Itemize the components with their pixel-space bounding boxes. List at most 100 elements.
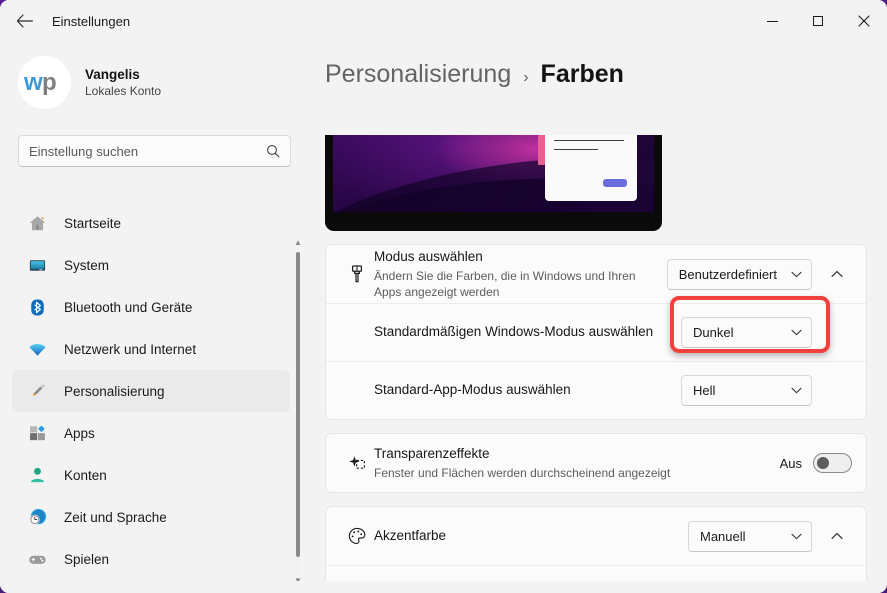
clock-globe-icon [26, 506, 48, 528]
row-title: Standard-App-Modus auswählen [374, 382, 571, 398]
sidebar-item-label: Spielen [64, 551, 110, 567]
chevron-down-icon [791, 387, 802, 394]
sidebar-item-konten[interactable]: Konten [12, 454, 290, 496]
toggle-knob [817, 457, 829, 469]
transparency-toggle-group[interactable]: Aus [780, 453, 852, 473]
sidebar: w p Vangelis Lokales Konto Einstellung s… [0, 42, 310, 593]
accent-color-mode-combobox[interactable]: Manuell [688, 520, 812, 552]
row-description: Fenster und Flächen werden durchscheinen… [374, 466, 671, 481]
breadcrumb: Personalisierung › Farben [310, 42, 887, 89]
maximize-icon [813, 16, 823, 26]
profile-name: Vangelis [85, 67, 140, 82]
scroll-down-icon[interactable]: ▼ [292, 577, 304, 585]
paintbrush-icon [26, 380, 48, 402]
row-windows-mode: Standardmäßigen Windows-Modus auswählen … [326, 303, 866, 361]
sidebar-item-label: Zeit und Sprache [64, 509, 167, 525]
settings-list: Modus auswählen Ändern Sie die Farben, d… [325, 135, 867, 593]
sparkle-icon [340, 453, 374, 473]
close-icon [858, 15, 870, 27]
row-description: Ändern Sie die Farben, die in Windows un… [374, 268, 636, 300]
sidebar-item-label: Netzwerk und Internet [64, 341, 197, 357]
sidebar-item-barrierefreiheit[interactable]: Barrierefreiheit [12, 580, 290, 587]
row-title: Transparenzeffekte [374, 445, 490, 461]
breadcrumb-separator-icon: › [523, 69, 529, 86]
chevron-down-icon [791, 329, 802, 336]
profile-account-type: Lokales Konto [85, 84, 162, 98]
bluetooth-icon [26, 296, 48, 318]
sidebar-item-bluetooth[interactable]: Bluetooth und Geräte [12, 286, 290, 328]
breadcrumb-parent[interactable]: Personalisierung [325, 60, 511, 89]
scrollbar-thumb[interactable] [296, 252, 300, 557]
scroll-up-icon[interactable]: ▲ [872, 137, 884, 145]
app-mode-combobox[interactable]: Hell [681, 375, 812, 406]
wifi-icon [26, 338, 48, 360]
card-akzentfarbe: Akzentfarbe Manuell Zuletzt verwendet [325, 506, 867, 593]
settings-window: Einstellungen w p Vangelis Lokales Konto… [0, 0, 887, 593]
expand-collapse-button[interactable] [822, 521, 852, 551]
chevron-up-icon [831, 270, 843, 277]
search-icon [266, 144, 280, 158]
scroll-down-icon[interactable]: ▼ [872, 582, 884, 590]
chevron-down-icon [791, 271, 802, 278]
row-akzentfarbe: Akzentfarbe Manuell [326, 507, 866, 565]
sidebar-item-zeit-sprache[interactable]: Zeit und Sprache [12, 496, 290, 538]
sidebar-item-apps[interactable]: Apps [12, 412, 290, 454]
search-input[interactable] [29, 143, 266, 159]
scroll-up-icon[interactable]: ▲ [292, 239, 304, 247]
svg-text:w: w [24, 70, 43, 96]
monitor-icon [26, 254, 48, 276]
sidebar-item-label: System [64, 257, 110, 273]
window-controls [749, 0, 887, 42]
sidebar-scrollbar[interactable]: ▲ ▼ [292, 237, 304, 589]
app-title: Einstellungen [52, 13, 131, 29]
sidebar-item-netzwerk[interactable]: Netzwerk und Internet [12, 328, 290, 370]
combobox-value: Hell [693, 383, 716, 398]
back-button[interactable] [8, 5, 40, 37]
sidebar-item-label: Personalisierung [64, 383, 165, 399]
sidebar-item-system[interactable]: System [12, 244, 290, 286]
wp-logo-icon: w p [24, 70, 57, 96]
sidebar-item-startseite[interactable]: Startseite [12, 202, 290, 244]
apps-icon [26, 422, 48, 444]
user-profile[interactable]: w p Vangelis Lokales Konto [0, 42, 310, 109]
transparency-toggle[interactable] [813, 453, 852, 473]
windows-mode-combobox[interactable]: Dunkel [681, 317, 812, 348]
person-icon [26, 464, 48, 486]
card-modus-auswaehlen: Modus auswählen Ändern Sie die Farben, d… [325, 244, 867, 420]
sidebar-item-personalisierung[interactable]: Personalisierung [6, 370, 290, 412]
sidebar-item-label: Bluetooth und Geräte [64, 299, 193, 315]
home-icon [26, 212, 48, 234]
row-title: Akzentfarbe [374, 527, 447, 543]
expand-collapse-button[interactable] [822, 259, 852, 289]
paintbrush-icon [340, 264, 374, 284]
main-content: Personalisierung › Farben Modus auswähle… [310, 42, 887, 593]
sidebar-nav: Startseite System Bluetooth und Geräte N… [0, 202, 300, 587]
chevron-up-icon [831, 532, 843, 539]
main-scrollbar[interactable]: ▲ ▼ [872, 135, 884, 593]
toggle-state-label: Aus [779, 455, 802, 471]
close-button[interactable] [841, 0, 887, 42]
title-bar: Einstellungen [0, 0, 887, 42]
chevron-down-icon [791, 533, 802, 540]
maximize-button[interactable] [795, 0, 841, 42]
back-arrow-icon [16, 14, 33, 28]
row-app-mode: Standard-App-Modus auswählen Hell [326, 361, 866, 419]
sidebar-item-spielen[interactable]: Spielen [12, 538, 290, 580]
combobox-value: Dunkel [693, 325, 734, 340]
avatar: w p [18, 56, 71, 109]
mode-select-combobox[interactable]: Benutzerdefiniert [666, 258, 812, 290]
minimize-button[interactable] [749, 0, 795, 42]
search-box[interactable] [18, 135, 291, 167]
sidebar-item-label: Konten [64, 467, 107, 483]
minimize-icon [766, 20, 778, 22]
gamepad-icon [26, 548, 48, 570]
row-modus-auswaehlen: Modus auswählen Ändern Sie die Farben, d… [326, 245, 866, 303]
page-title: Farben [540, 60, 624, 88]
recent-colors-title: Zuletzt verwendete Farben [388, 586, 838, 593]
combobox-value: Manuell [700, 528, 746, 544]
row-title: Modus auswählen [374, 248, 483, 264]
scrollbar-thumb[interactable] [876, 183, 880, 433]
sidebar-item-label: Startseite [64, 215, 122, 231]
sidebar-item-label: Apps [64, 425, 95, 441]
card-transparenzeffekte: Transparenzeffekte Fenster und Flächen w… [325, 433, 867, 493]
